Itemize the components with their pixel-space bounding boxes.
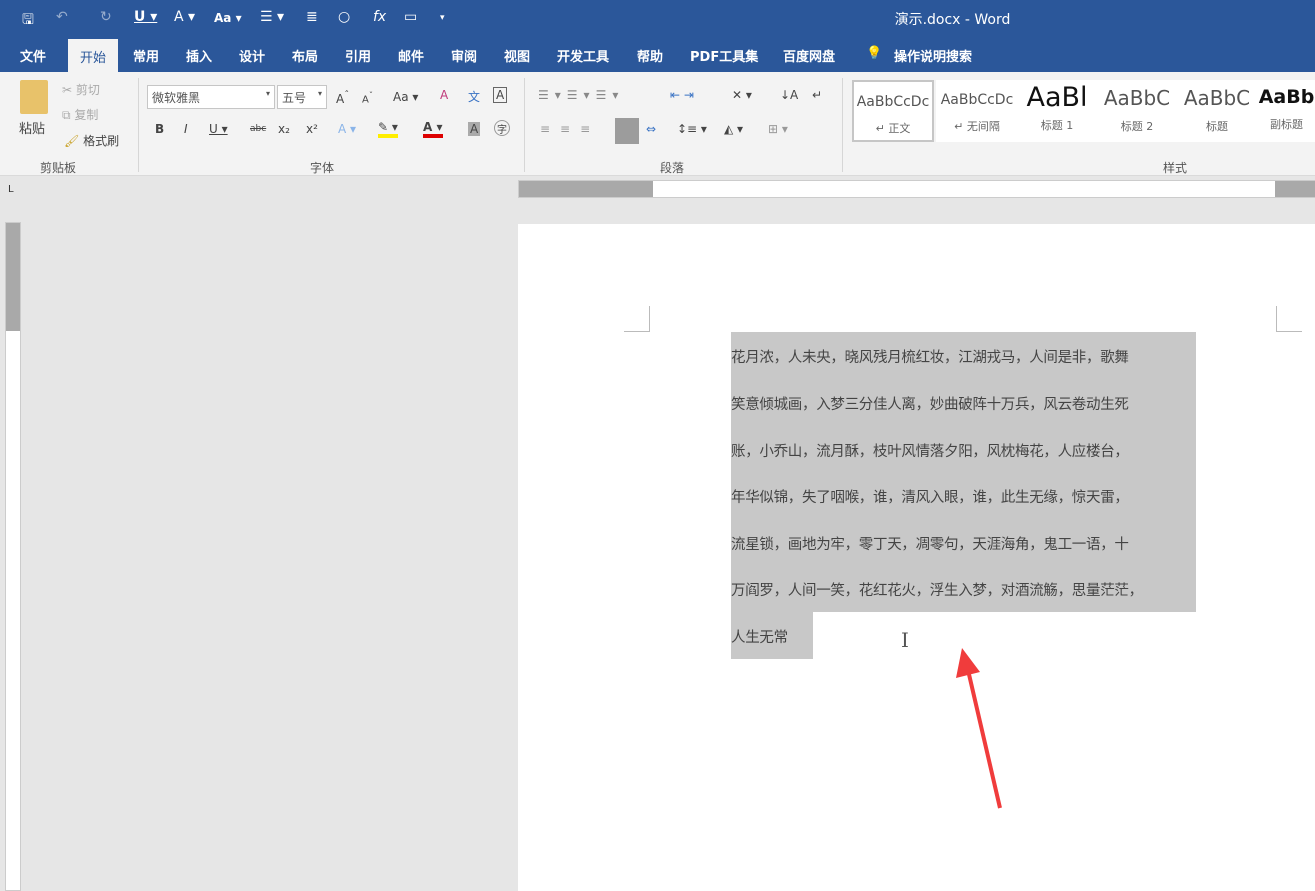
highlight-button[interactable]: ✎ ▾	[378, 120, 398, 138]
font-size-select[interactable]: 五号 ▾	[277, 85, 327, 109]
enclose-character-icon[interactable]: 字	[494, 120, 510, 136]
text-selection	[731, 332, 1196, 612]
text-line[interactable]: 流星锁，画地为牢，零丁天，凋零句，天涯海角，鬼工一语，十	[731, 533, 1129, 554]
style-name: ↵ 正文	[875, 122, 911, 135]
superscript-button[interactable]: x²	[306, 122, 318, 136]
style-title[interactable]: AaBbC 标题	[1176, 80, 1258, 142]
arrow-head	[956, 648, 980, 678]
asian-layout-icon[interactable]: ✕ ▾	[732, 88, 752, 102]
text-line[interactable]: 人生无常	[731, 626, 788, 647]
tab-developer[interactable]: 开发工具	[557, 46, 609, 65]
ribbon-tabs: 文件 开始 常用 插入 设计 布局 引用 邮件 审阅 视图 开发工具 帮助 PD…	[0, 36, 1315, 72]
borders-icon[interactable]: ⊞ ▾	[768, 122, 788, 136]
text-line[interactable]: 花月浓，人未央，晓风残月梳红妆，江湖戎马，人间是非，歌舞	[731, 346, 1129, 367]
text-cursor-icon: I	[901, 628, 909, 652]
underline-button[interactable]: U ▾	[209, 122, 228, 136]
lightbulb-icon: 💡	[866, 46, 883, 61]
text-line[interactable]: 笑意倾城画，入梦三分佳人离，妙曲破阵十万兵，风云卷动生死	[731, 393, 1129, 414]
text-effects-button[interactable]: A ▾	[338, 122, 356, 136]
cut-label: 剪切	[75, 83, 100, 97]
arrow-shaft	[966, 669, 1002, 809]
tab-review[interactable]: 审阅	[451, 46, 477, 65]
character-border-icon[interactable]: A	[493, 87, 508, 103]
text-line[interactable]: 账，小乔山，流月酥，枝叶风情落夕阳，风枕梅花，人应楼台，	[731, 440, 1129, 461]
style-no-spacing[interactable]: AaBbCcDc ↵ 无间隔	[936, 80, 1018, 142]
horizontal-ruler[interactable]	[518, 180, 1315, 198]
indent-buttons[interactable]: ⇤ ⇥	[670, 88, 694, 102]
align-buttons[interactable]: ≡≡≡	[540, 122, 600, 136]
subscript-button[interactable]: x₂	[278, 122, 290, 136]
clipboard-group-label: 剪贴板	[40, 161, 77, 175]
style-heading-2[interactable]: AaBbC 标题 2	[1096, 80, 1178, 142]
tab-stop-selector[interactable]: L	[8, 184, 14, 195]
format-painter-label: 格式刷	[83, 134, 120, 148]
copy-label: 复制	[74, 108, 99, 122]
line-spacing-icon[interactable]: ↕≡ ▾	[677, 122, 707, 136]
style-preview: AaBbC	[1103, 86, 1171, 110]
shrink-font-icon[interactable]: Aˇ	[362, 90, 373, 105]
grow-font-icon[interactable]: Aˆ	[336, 90, 349, 106]
style-name: ↵ 无间隔	[954, 120, 1000, 133]
styles-group-label: 样式	[1163, 161, 1188, 175]
paste-button[interactable]: 粘贴	[19, 118, 45, 137]
style-normal[interactable]: AaBbCcDc ↵ 正文	[852, 80, 934, 142]
italic-button[interactable]: I	[184, 122, 188, 136]
character-shading-icon[interactable]: A	[468, 122, 481, 136]
style-name: 标题 1	[1040, 119, 1074, 132]
tab-common[interactable]: 常用	[133, 46, 159, 65]
style-preview: AaBbC	[1183, 86, 1251, 110]
show-marks-icon[interactable]: ↵	[812, 88, 822, 102]
style-name: 标题 2	[1120, 120, 1154, 133]
window-title: 演示.docx - Word	[894, 12, 1011, 28]
style-preview: AaBbCcDc	[940, 92, 1014, 108]
tell-me-search[interactable]: 操作说明搜索	[894, 46, 972, 65]
tab-insert[interactable]: 插入	[186, 46, 212, 65]
paragraph-group-label: 段落	[660, 161, 685, 175]
tab-baidu[interactable]: 百度网盘	[783, 46, 835, 65]
shading-icon[interactable]: ◭ ▾	[724, 122, 743, 136]
strikethrough-button[interactable]: abc	[250, 124, 266, 134]
tab-design[interactable]: 设计	[239, 46, 265, 65]
bold-button[interactable]: B	[155, 122, 164, 136]
tab-layout[interactable]: 布局	[292, 46, 318, 65]
justify-button[interactable]	[615, 118, 639, 144]
text-line[interactable]: 万阎罗，人间一笑，花红花火，浮生入梦，对酒流觞，思量茫茫，	[731, 579, 1143, 600]
tab-pdf[interactable]: PDF工具集	[690, 46, 758, 65]
style-preview: AaBb	[1258, 86, 1315, 108]
red-arrow-annotation	[956, 648, 1002, 809]
title-bar: 🖫 ↶ ↻ U ▾ A ▾ Aa ▾ ☰ ▾ ≣ ○ fx ▭ ▾ 演示.doc…	[0, 0, 1315, 36]
font-group-label: 字体	[310, 161, 335, 175]
cut-button[interactable]: ✂ 剪切	[62, 81, 100, 98]
style-name: 标题	[1206, 120, 1228, 133]
font-color-button[interactable]: A ▾	[423, 120, 443, 138]
style-name: 副标题	[1270, 118, 1303, 131]
vertical-ruler[interactable]	[5, 222, 21, 891]
change-case-label: Aa	[393, 90, 409, 104]
change-case-button[interactable]: Aa ▾	[393, 90, 418, 104]
text-line[interactable]: 年华似锦，失了咽喉，谁，清风入眼，谁，此生无缘，惊天雷，	[731, 486, 1129, 507]
tab-home[interactable]: 开始	[68, 39, 119, 72]
tab-file[interactable]: 文件	[20, 46, 46, 65]
style-heading-1[interactable]: AaBl 标题 1	[1016, 80, 1098, 142]
format-painter-button[interactable]: 🖌 格式刷	[64, 132, 119, 149]
style-preview: AaBl	[1026, 82, 1088, 113]
font-name-value: 微软雅黑	[152, 91, 201, 105]
clear-format-icon[interactable]: A	[440, 88, 448, 102]
font-name-select[interactable]: 微软雅黑 ▾	[147, 85, 275, 109]
font-size-value: 五号	[282, 91, 307, 105]
copy-button[interactable]: ⧉ 复制	[62, 106, 98, 123]
style-subtitle[interactable]: AaBb 副标题	[1258, 80, 1315, 142]
ribbon: 粘贴 ✂ 剪切 ⧉ 复制 🖌 格式刷 剪贴板 微软雅黑 ▾ 五号 ▾ Aˆ Aˇ A…	[0, 72, 1315, 176]
sort-icon[interactable]: ↓A	[780, 88, 798, 102]
tab-help[interactable]: 帮助	[637, 46, 663, 65]
phonetic-guide-icon[interactable]: 文	[468, 88, 480, 105]
tab-mailings[interactable]: 邮件	[398, 46, 424, 65]
paste-icon[interactable]	[20, 80, 48, 114]
tab-references[interactable]: 引用	[345, 46, 371, 65]
list-buttons[interactable]: ☰▾☰▾☰▾	[538, 88, 624, 102]
style-preview: AaBbCcDc	[856, 94, 930, 110]
tab-view[interactable]: 视图	[504, 46, 530, 65]
distribute-icon[interactable]: ⇔	[646, 122, 656, 136]
